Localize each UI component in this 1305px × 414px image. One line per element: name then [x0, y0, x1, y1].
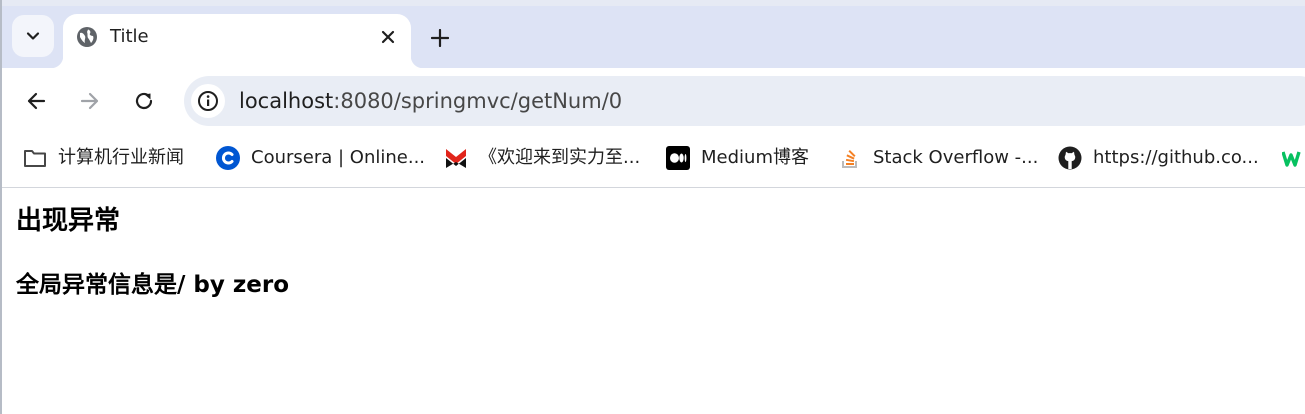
arrow-right-icon: [80, 92, 99, 110]
bookmarks-bar: 计算机行业新闻 Coursera | Online... 《欢迎来到实力至...: [0, 134, 1305, 188]
plus-icon: [431, 29, 449, 47]
bookmark-label: https://github.co...: [1093, 147, 1259, 168]
address-bar[interactable]: localhost:8080/springmvc/getNum/0: [184, 76, 1305, 126]
error-heading: 出现异常: [16, 206, 121, 236]
folder-icon: [23, 146, 47, 170]
bookmark-medium[interactable]: Medium博客: [666, 146, 809, 170]
close-icon: [381, 30, 395, 44]
coursera-icon: [216, 146, 240, 170]
bookmark-label: Stack Overflow -...: [873, 147, 1039, 168]
info-icon: [198, 91, 218, 111]
error-message: 全局异常信息是/ by zero: [16, 272, 290, 298]
url-path: :8080/springmvc/getNum/0: [333, 89, 623, 113]
bookmark-anime-site[interactable]: 《欢迎来到实力至...: [444, 146, 640, 170]
forward-button[interactable]: [74, 85, 106, 117]
arrow-left-icon: [27, 92, 46, 110]
url-text[interactable]: localhost:8080/springmvc/getNum/0: [239, 89, 622, 113]
medium-icon: [666, 146, 690, 170]
window-frame-edge: [0, 0, 2, 414]
bookmark-overflow-partial[interactable]: [1282, 146, 1305, 170]
bookmark-coursera[interactable]: Coursera | Online...: [216, 146, 425, 170]
globe-icon: [77, 27, 97, 47]
bookmark-github[interactable]: https://github.co...: [1058, 146, 1259, 170]
reload-icon: [135, 92, 153, 110]
tab-active[interactable]: Title: [51, 14, 423, 68]
tab-close-button[interactable]: [377, 26, 399, 48]
github-icon: [1058, 146, 1082, 170]
stackoverflow-icon: [838, 146, 862, 170]
tab-strip: Title: [0, 0, 1305, 68]
bookmark-folder-news[interactable]: 计算机行业新闻: [23, 146, 184, 170]
bookmark-label: Medium博客: [701, 147, 809, 168]
tab-title: Title: [110, 26, 149, 47]
bookmark-label: 《欢迎来到实力至...: [479, 147, 641, 168]
chevron-down-icon: [26, 32, 40, 40]
tab-search-button[interactable]: [12, 15, 54, 57]
bookmark-label: 计算机行业新闻: [58, 147, 184, 168]
partial-bookmark-icon: [1282, 146, 1305, 170]
new-tab-button[interactable]: [426, 24, 454, 52]
anime-site-icon: [444, 146, 468, 170]
site-info-button[interactable]: [191, 84, 225, 118]
toolbar: localhost:8080/springmvc/getNum/0: [0, 68, 1305, 134]
bookmark-label: Coursera | Online...: [251, 147, 426, 168]
reload-button[interactable]: [128, 85, 160, 117]
bookmark-stackoverflow[interactable]: Stack Overflow -...: [838, 146, 1038, 170]
back-button[interactable]: [20, 85, 52, 117]
url-host: localhost: [239, 89, 334, 113]
